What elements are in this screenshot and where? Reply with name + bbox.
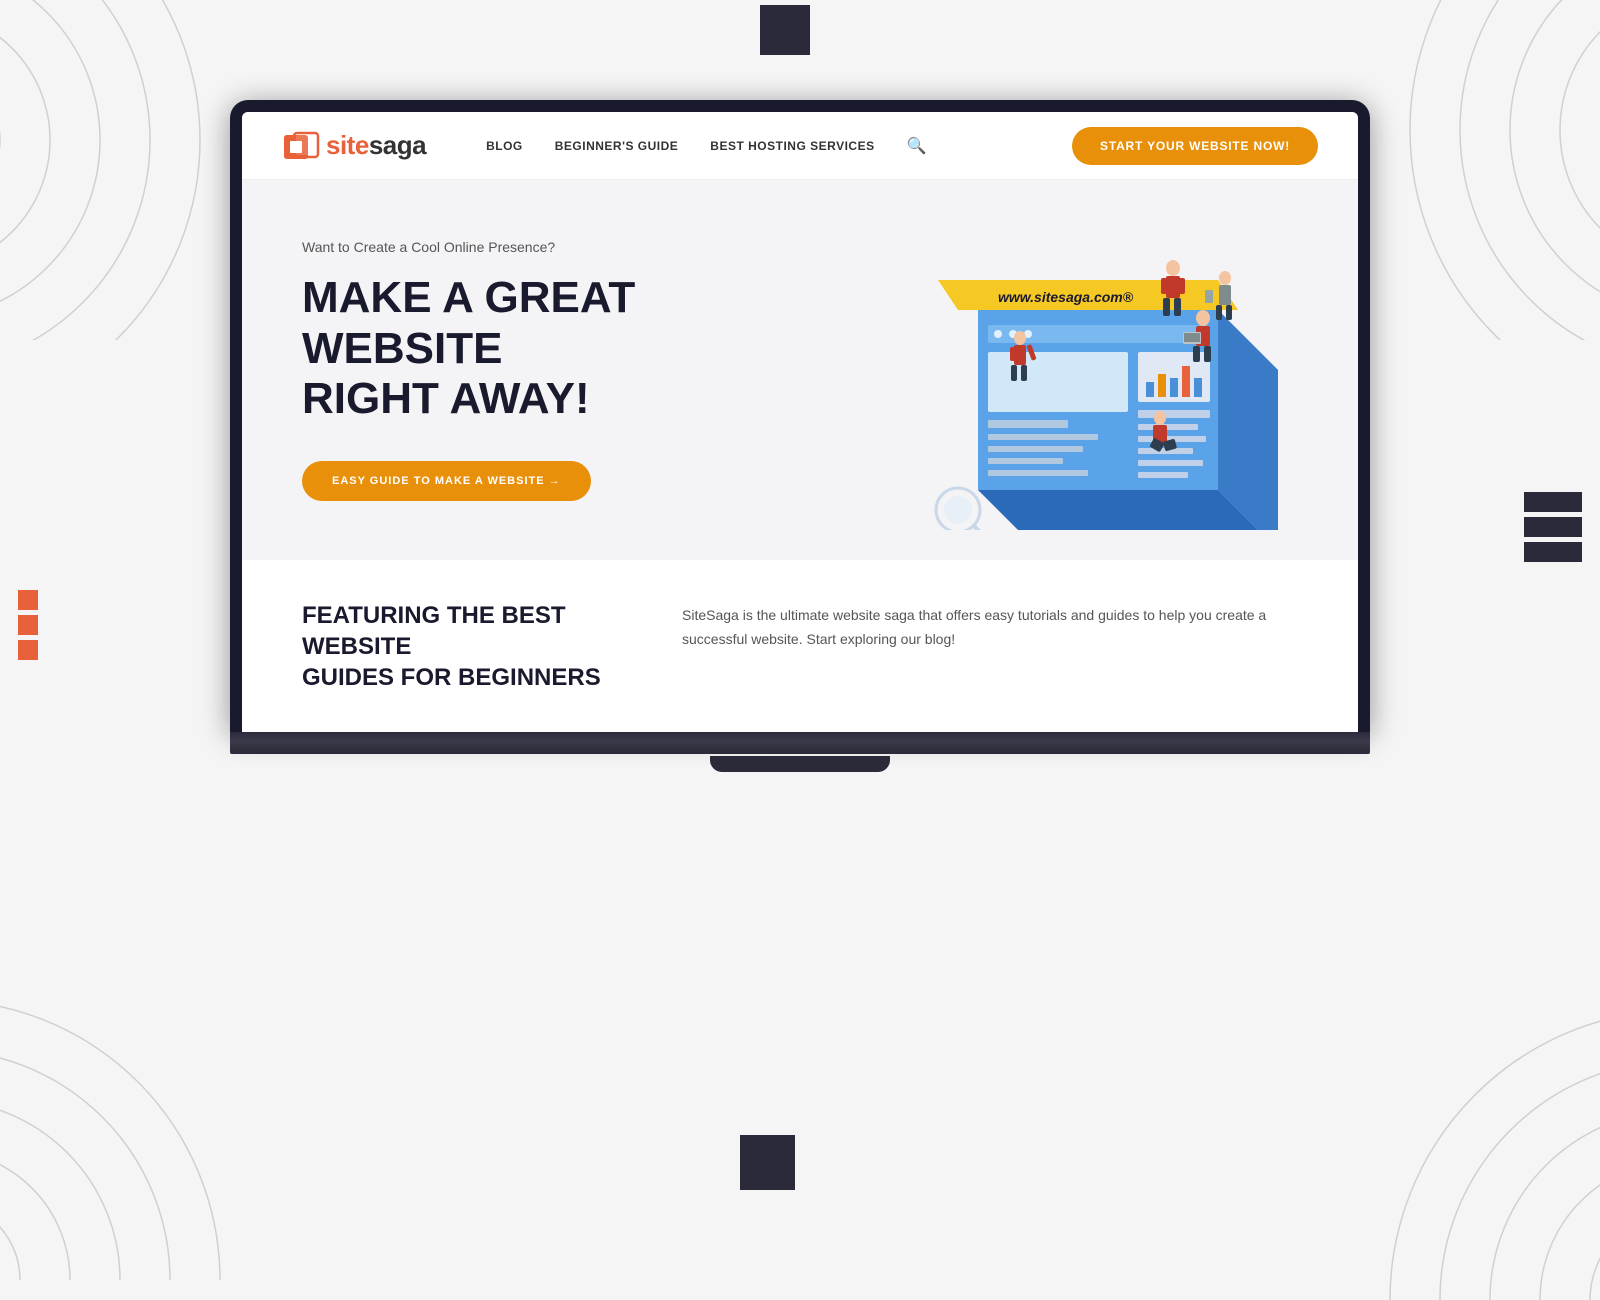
logo-icon <box>282 127 320 165</box>
decor-square-bottom-center <box>740 1135 795 1190</box>
hero-title-line1: MAKE A GREAT WEBSITE <box>302 273 635 373</box>
deco-sq-1 <box>18 590 38 610</box>
deco-sq-2 <box>18 615 38 635</box>
hero-title: MAKE A GREAT WEBSITE RIGHT AWAY! <box>302 273 778 425</box>
laptop-screen: sitesaga BLOG BEGINNER'S GUIDE BEST HOST… <box>242 112 1358 732</box>
search-icon[interactable]: 🔍 <box>907 136 927 156</box>
laptop: sitesaga BLOG BEGINNER'S GUIDE BEST HOST… <box>230 100 1370 789</box>
nav-links: BLOG BEGINNER'S GUIDE BEST HOSTING SERVI… <box>486 136 1072 156</box>
deco-bar-1 <box>1524 492 1582 512</box>
circles-bottom-right <box>1280 900 1600 1300</box>
laptop-base <box>230 732 1370 754</box>
site-navigation: sitesaga BLOG BEGINNER'S GUIDE BEST HOST… <box>242 112 1358 180</box>
bottom-section: FEATURING THE BEST WEBSITE GUIDES FOR BE… <box>242 560 1358 732</box>
bottom-title: FEATURING THE BEST WEBSITE GUIDES FOR BE… <box>302 600 622 694</box>
hero-subtitle: Want to Create a Cool Online Presence? <box>302 239 778 255</box>
nav-link-guide[interactable]: BEGINNER'S GUIDE <box>555 139 679 153</box>
deco-bars-right <box>1524 492 1582 562</box>
laptop-screen-bezel: sitesaga BLOG BEGINNER'S GUIDE BEST HOST… <box>230 100 1370 732</box>
laptop-stand <box>230 754 1370 789</box>
logo-text: sitesaga <box>326 130 426 161</box>
hero-title-line2: RIGHT AWAY! <box>302 374 590 423</box>
hero-svg-illustration: www.sitesaga.com® <box>818 210 1298 530</box>
deco-bar-2 <box>1524 517 1582 537</box>
deco-bar-3 <box>1524 542 1582 562</box>
site-logo[interactable]: sitesaga <box>282 127 426 165</box>
nav-cta-button[interactable]: START YOUR WEBSITE NOW! <box>1072 127 1318 165</box>
nav-link-blog[interactable]: BLOG <box>486 139 523 153</box>
laptop-wrapper: sitesaga BLOG BEGINNER'S GUIDE BEST HOST… <box>230 100 1370 789</box>
bottom-title-line2: GUIDES FOR BEGINNERS <box>302 664 601 691</box>
svg-text:www.sitesaga.com®: www.sitesaga.com® <box>998 289 1134 305</box>
deco-sq-3 <box>18 640 38 660</box>
decor-square-top-center <box>760 5 810 55</box>
hero-left: Want to Create a Cool Online Presence? M… <box>302 239 818 501</box>
hero-cta-button[interactable]: EASY GUIDE TO MAKE A WEBSITE → <box>302 461 591 501</box>
circles-bottom-left <box>0 900 320 1280</box>
bottom-description: SiteSaga is the ultimate website saga th… <box>682 600 1298 652</box>
hero-illustration: www.sitesaga.com® <box>818 210 1298 530</box>
deco-squares-left <box>18 590 38 660</box>
hero-section: Want to Create a Cool Online Presence? M… <box>242 180 1358 560</box>
nav-link-hosting[interactable]: BEST HOSTING SERVICES <box>710 139 874 153</box>
bottom-title-line1: FEATURING THE BEST WEBSITE <box>302 602 566 660</box>
